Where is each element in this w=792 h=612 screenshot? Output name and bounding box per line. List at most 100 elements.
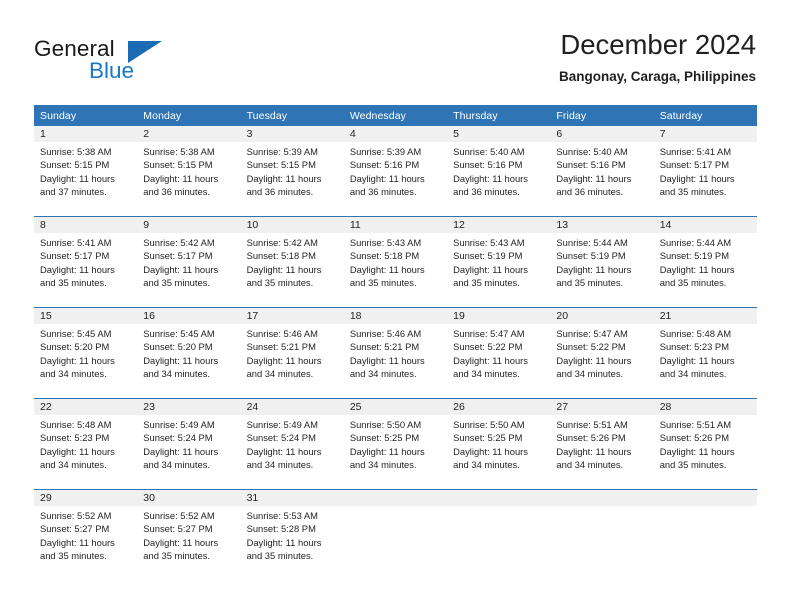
calendar-day-cell: 31 Sunrise: 5:53 AM Sunset: 5:28 PM Dayligh… <box>240 489 344 580</box>
sunset-text: Sunset: 5:20 PM <box>40 341 110 353</box>
day-cell[interactable]: 30 Sunrise: 5:52 AM Sunset: 5:27 PM Dayligh… <box>137 490 241 580</box>
daylight-text-line1: Daylight: 11 hours <box>246 354 322 366</box>
day-number <box>550 490 654 506</box>
calendar-day-cell: 8 Sunrise: 5:41 AM Sunset: 5:17 PM Daylight… <box>34 216 138 308</box>
calendar-day-cell: 30 Sunrise: 5:52 AM Sunset: 5:27 PM Dayligh… <box>137 489 241 580</box>
day-cell-empty <box>343 490 448 580</box>
sunrise-text: Sunrise: 5:49 AM <box>246 419 318 430</box>
sunset-text: Sunset: 5:16 PM <box>349 159 420 171</box>
daylight-text-line1: Daylight: 11 hours <box>143 263 219 275</box>
sunrise-sunset-calendar: Sunday Monday Tuesday Wednesday Thursday… <box>34 105 757 580</box>
day-number: 15 <box>34 308 138 324</box>
day-cell[interactable]: 24 Sunrise: 5:49 AM Sunset: 5:24 PM Dayligh… <box>240 399 344 489</box>
sunset-text: Sunset: 5:21 PM <box>246 341 316 353</box>
day-number: 23 <box>137 399 241 415</box>
sunset-text: Sunset: 5:22 PM <box>556 341 626 353</box>
weekday-header-thursday: Thursday <box>447 105 551 126</box>
calendar-day-cell: 26 Sunrise: 5:50 AM Sunset: 5:25 PM Dayligh… <box>447 398 551 490</box>
day-cell[interactable]: 2 Sunrise: 5:38 AM Sunset: 5:15 PM Daylight… <box>137 126 241 216</box>
day-cell[interactable]: 3 Sunrise: 5:39 AM Sunset: 5:15 PM Daylight… <box>240 126 344 216</box>
day-number <box>343 490 448 506</box>
day-cell[interactable]: 8 Sunrise: 5:41 AM Sunset: 5:17 PM Daylight… <box>34 217 138 307</box>
daylight-text-line1: Daylight: 11 hours <box>556 354 632 366</box>
day-number: 16 <box>137 308 241 324</box>
day-cell[interactable]: 20 Sunrise: 5:47 AM Sunset: 5:22 PM Dayligh… <box>550 308 654 398</box>
day-cell[interactable]: 6 Sunrise: 5:40 AM Sunset: 5:16 PM Daylight… <box>550 126 654 216</box>
day-cell[interactable]: 26 Sunrise: 5:50 AM Sunset: 5:25 PM Dayligh… <box>447 399 551 489</box>
day-cell[interactable]: 15 Sunrise: 5:45 AM Sunset: 5:20 PM Dayligh… <box>34 308 138 398</box>
day-details: Sunrise: 5:53 AM Sunset: 5:28 PM Daylight:… <box>241 506 344 563</box>
day-cell[interactable]: 4 Sunrise: 5:39 AM Sunset: 5:16 PM Daylight… <box>343 126 448 216</box>
day-number: 26 <box>447 399 551 415</box>
day-cell[interactable]: 23 Sunrise: 5:49 AM Sunset: 5:24 PM Dayligh… <box>137 399 241 489</box>
calendar-day-cell: 3 Sunrise: 5:39 AM Sunset: 5:15 PM Daylight… <box>240 126 344 217</box>
day-cell[interactable]: 22 Sunrise: 5:48 AM Sunset: 5:23 PM Dayligh… <box>34 399 138 489</box>
day-number: 27 <box>550 399 654 415</box>
day-cell[interactable]: 31 Sunrise: 5:53 AM Sunset: 5:28 PM Dayligh… <box>240 490 344 580</box>
sunset-text: Sunset: 5:19 PM <box>556 250 626 262</box>
sunrise-text: Sunrise: 5:46 AM <box>246 328 318 339</box>
day-details: Sunrise: 5:52 AM Sunset: 5:27 PM Daylight:… <box>137 506 240 563</box>
day-details: Sunrise: 5:50 AM Sunset: 5:25 PM Daylight:… <box>344 415 447 472</box>
calendar-day-cell <box>653 489 757 580</box>
sunset-text: Sunset: 5:24 PM <box>246 432 316 444</box>
daylight-text-line1: Daylight: 11 hours <box>453 445 528 457</box>
sunset-text: Sunset: 5:27 PM <box>40 523 110 535</box>
sunrise-text: Sunrise: 5:52 AM <box>143 510 215 521</box>
day-cell[interactable]: 12 Sunrise: 5:43 AM Sunset: 5:19 PM Dayligh… <box>447 217 551 307</box>
daylight-text-line1: Daylight: 11 hours <box>143 536 219 548</box>
daylight-text-line2: and 36 minutes. <box>246 186 314 198</box>
daylight-text-line1: Daylight: 11 hours <box>246 445 322 457</box>
sunrise-text: Sunrise: 5:44 AM <box>659 237 732 248</box>
day-number: 8 <box>34 217 138 233</box>
day-number: 6 <box>550 126 654 142</box>
day-cell[interactable]: 29 Sunrise: 5:52 AM Sunset: 5:27 PM Dayligh… <box>34 490 138 580</box>
day-details: Sunrise: 5:41 AM Sunset: 5:17 PM Daylight:… <box>654 142 757 199</box>
day-details: Sunrise: 5:48 AM Sunset: 5:23 PM Daylight:… <box>34 415 137 472</box>
day-cell[interactable]: 7 Sunrise: 5:41 AM Sunset: 5:17 PM Daylight… <box>653 126 757 216</box>
day-cell-empty <box>653 490 757 580</box>
day-cell[interactable]: 21 Sunrise: 5:48 AM Sunset: 5:23 PM Dayligh… <box>653 308 757 398</box>
calendar-header-row: Sunday Monday Tuesday Wednesday Thursday… <box>34 105 757 126</box>
day-cell[interactable]: 1 Sunrise: 5:38 AM Sunset: 5:15 PM Daylight… <box>34 126 138 216</box>
day-cell[interactable]: 13 Sunrise: 5:44 AM Sunset: 5:19 PM Dayligh… <box>550 217 654 307</box>
page-header: General Blue December 2024 Bangonay, Car… <box>0 0 792 100</box>
day-cell[interactable]: 25 Sunrise: 5:50 AM Sunset: 5:25 PM Dayligh… <box>343 399 448 489</box>
calendar-day-cell: 16 Sunrise: 5:45 AM Sunset: 5:20 PM Dayligh… <box>137 307 241 399</box>
calendar-day-cell: 4 Sunrise: 5:39 AM Sunset: 5:16 PM Daylight… <box>343 126 448 217</box>
sunrise-text: Sunrise: 5:42 AM <box>143 237 215 248</box>
day-cell[interactable]: 17 Sunrise: 5:46 AM Sunset: 5:21 PM Dayligh… <box>240 308 344 398</box>
day-cell[interactable]: 9 Sunrise: 5:42 AM Sunset: 5:17 PM Daylight… <box>137 217 241 307</box>
daylight-text-line2: and 35 minutes. <box>659 459 727 471</box>
day-number: 2 <box>137 126 241 142</box>
day-number: 24 <box>240 399 344 415</box>
day-number: 7 <box>653 126 757 142</box>
day-cell[interactable]: 28 Sunrise: 5:51 AM Sunset: 5:26 PM Dayligh… <box>653 399 757 489</box>
sunset-text: Sunset: 5:19 PM <box>453 250 523 262</box>
day-cell[interactable]: 11 Sunrise: 5:43 AM Sunset: 5:18 PM Dayligh… <box>343 217 448 307</box>
day-details: Sunrise: 5:44 AM Sunset: 5:19 PM Daylight:… <box>654 233 757 290</box>
day-cell[interactable]: 19 Sunrise: 5:47 AM Sunset: 5:22 PM Dayligh… <box>447 308 551 398</box>
sunset-text: Sunset: 5:26 PM <box>659 432 729 444</box>
sunset-text: Sunset: 5:28 PM <box>246 523 316 535</box>
day-details: Sunrise: 5:52 AM Sunset: 5:27 PM Daylight:… <box>34 506 137 563</box>
day-cell[interactable]: 16 Sunrise: 5:45 AM Sunset: 5:20 PM Dayligh… <box>137 308 241 398</box>
day-cell[interactable]: 14 Sunrise: 5:44 AM Sunset: 5:19 PM Dayligh… <box>653 217 757 307</box>
daylight-text-line1: Daylight: 11 hours <box>349 445 425 457</box>
sunrise-text: Sunrise: 5:38 AM <box>143 146 215 157</box>
daylight-text-line1: Daylight: 11 hours <box>659 263 735 275</box>
weekday-header-tuesday: Tuesday <box>240 105 344 126</box>
day-cell-empty <box>447 490 551 580</box>
calendar-day-cell: 10 Sunrise: 5:42 AM Sunset: 5:18 PM Dayligh… <box>240 216 344 308</box>
day-details: Sunrise: 5:46 AM Sunset: 5:21 PM Daylight:… <box>344 324 447 381</box>
day-cell[interactable]: 18 Sunrise: 5:46 AM Sunset: 5:21 PM Dayligh… <box>343 308 448 398</box>
general-blue-logo[interactable]: General Blue <box>34 36 224 88</box>
calendar-day-cell: 22 Sunrise: 5:48 AM Sunset: 5:23 PM Dayligh… <box>34 398 138 490</box>
day-cell[interactable]: 27 Sunrise: 5:51 AM Sunset: 5:26 PM Dayligh… <box>550 399 654 489</box>
daylight-text-line1: Daylight: 11 hours <box>40 354 115 366</box>
logo-text-blue: Blue <box>89 58 135 83</box>
day-details: Sunrise: 5:40 AM Sunset: 5:16 PM Daylight:… <box>447 142 550 199</box>
sunset-text: Sunset: 5:24 PM <box>143 432 213 444</box>
day-cell[interactable]: 10 Sunrise: 5:42 AM Sunset: 5:18 PM Dayligh… <box>240 217 344 307</box>
day-cell[interactable]: 5 Sunrise: 5:40 AM Sunset: 5:16 PM Daylight… <box>447 126 551 216</box>
